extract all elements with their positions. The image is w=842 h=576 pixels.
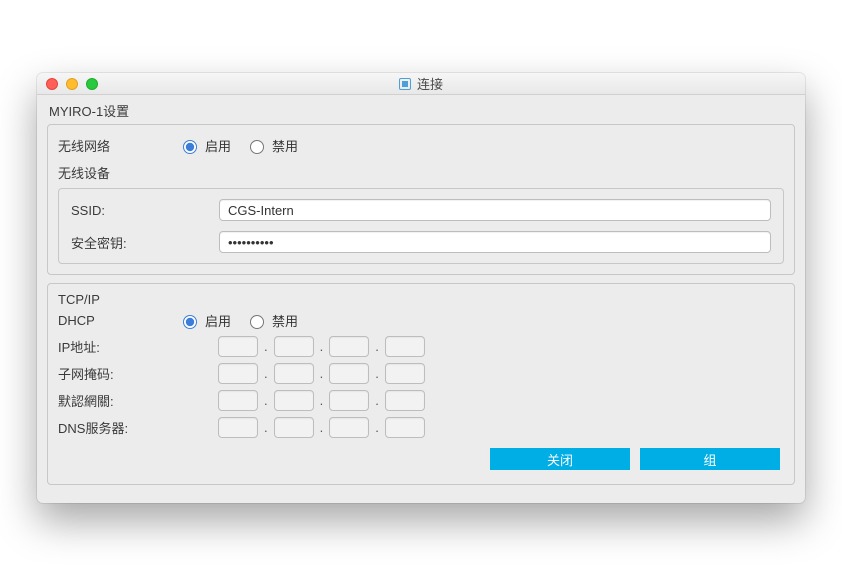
wireless-disable-label: 禁用: [272, 136, 298, 155]
subnet-octet-3[interactable]: [329, 363, 369, 384]
ip-address-label: IP地址:: [58, 337, 218, 356]
dhcp-label: DHCP: [58, 313, 178, 328]
security-key-label: 安全密钥:: [71, 233, 219, 252]
content: MYIRO-1设置 无线网络 启用 禁用 无线设备 S: [37, 95, 805, 503]
gateway-octet-4[interactable]: [385, 390, 425, 411]
subnet-octet-1[interactable]: [218, 363, 258, 384]
ip-octet-3[interactable]: [329, 336, 369, 357]
gateway-label: 默認網關:: [58, 391, 218, 410]
wireless-disable-input[interactable]: [250, 140, 264, 154]
ip-octet-2[interactable]: [274, 336, 314, 357]
page-title: MYIRO-1设置: [47, 99, 795, 124]
ip-octet-4[interactable]: [385, 336, 425, 357]
gateway-octet-1[interactable]: [218, 390, 258, 411]
ip-address-inputs: . . .: [218, 336, 425, 357]
dns-octet-4[interactable]: [385, 417, 425, 438]
ssid-input[interactable]: [219, 199, 771, 221]
wireless-group: 无线网络 启用 禁用 无线设备 SSID:: [47, 124, 795, 275]
subnet-octet-2[interactable]: [274, 363, 314, 384]
tcpip-title: TCP/IP: [58, 292, 784, 307]
dns-octet-2[interactable]: [274, 417, 314, 438]
gateway-inputs: . . .: [218, 390, 425, 411]
wireless-label: 无线网络: [58, 136, 178, 155]
dns-octet-1[interactable]: [218, 417, 258, 438]
gateway-octet-3[interactable]: [329, 390, 369, 411]
ssid-label: SSID:: [71, 203, 219, 218]
subnet-octet-4[interactable]: [385, 363, 425, 384]
group-button[interactable]: 组: [640, 448, 780, 470]
wireless-device-title: 无线设备: [58, 163, 784, 182]
subnet-inputs: . . .: [218, 363, 425, 384]
window-title: 连接: [37, 74, 805, 93]
security-key-input[interactable]: [219, 231, 771, 253]
tcpip-group: TCP/IP DHCP 启用 禁用 IP地址: .: [47, 283, 795, 485]
wireless-enable-radio[interactable]: 启用: [178, 136, 231, 155]
dhcp-enable-input[interactable]: [183, 315, 197, 329]
subnet-label: 子网掩码:: [58, 364, 218, 383]
window-title-text: 连接: [417, 74, 443, 93]
close-button[interactable]: 关闭: [490, 448, 630, 470]
button-row: 关闭 组: [58, 440, 784, 474]
minimize-icon[interactable]: [66, 78, 78, 90]
dhcp-disable-input[interactable]: [250, 315, 264, 329]
dhcp-enable-radio[interactable]: 启用: [178, 311, 231, 330]
zoom-icon[interactable]: [86, 78, 98, 90]
dhcp-enable-label: 启用: [205, 311, 231, 330]
dns-octet-3[interactable]: [329, 417, 369, 438]
gateway-octet-2[interactable]: [274, 390, 314, 411]
wireless-enable-input[interactable]: [183, 140, 197, 154]
wireless-enable-label: 启用: [205, 136, 231, 155]
app-icon: [399, 78, 411, 90]
wireless-device-group: SSID: 安全密钥:: [58, 188, 784, 264]
dns-label: DNS服务器:: [58, 418, 218, 437]
dhcp-disable-radio[interactable]: 禁用: [245, 311, 298, 330]
window-controls: [37, 78, 98, 90]
settings-window: 连接 MYIRO-1设置 无线网络 启用 禁用 无线设备: [37, 73, 805, 503]
close-icon[interactable]: [46, 78, 58, 90]
dns-inputs: . . .: [218, 417, 425, 438]
dhcp-disable-label: 禁用: [272, 311, 298, 330]
titlebar: 连接: [37, 73, 805, 95]
wireless-disable-radio[interactable]: 禁用: [245, 136, 298, 155]
ip-octet-1[interactable]: [218, 336, 258, 357]
